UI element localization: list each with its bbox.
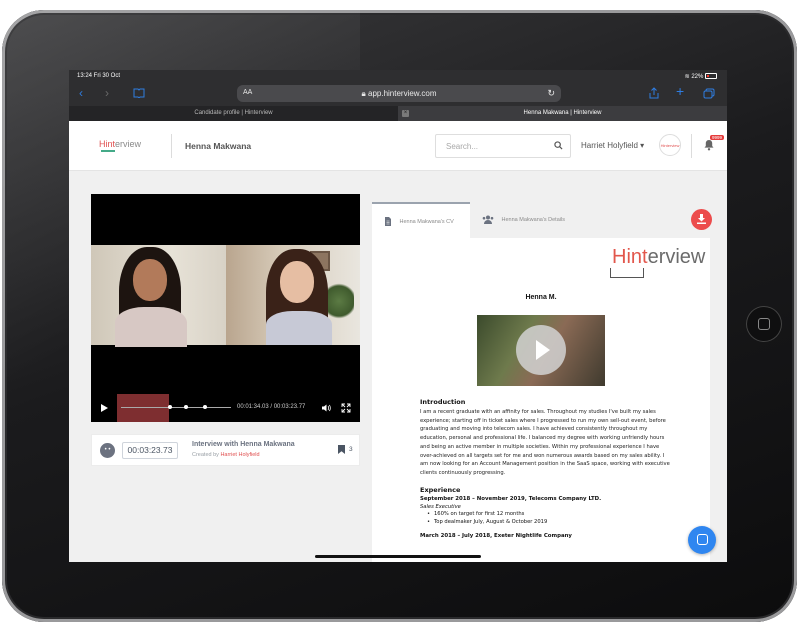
bookmarks-icon[interactable] [133, 88, 145, 101]
browser-tab-candidate-profile[interactable]: Candidate profile | Hinterview [69, 106, 398, 121]
fullscreen-icon[interactable] [341, 403, 351, 413]
chat-icon [697, 534, 708, 545]
status-bar: 13:24 Fri 30 Oct ≋ 22% [69, 70, 727, 82]
download-button[interactable] [691, 209, 712, 230]
search-icon[interactable] [554, 141, 563, 150]
marker-dot[interactable] [203, 405, 207, 409]
share-icon[interactable] [649, 87, 659, 101]
bookmark-icon[interactable] [338, 445, 345, 454]
battery-icon [705, 73, 717, 80]
browser-toolbar: ‹ › AA 🔒︎ app.hinterview.com ↻ + [69, 82, 727, 106]
highlight-segment[interactable] [117, 394, 169, 422]
home-indicator [315, 555, 481, 558]
tab-details[interactable]: Henna Makwana's Details [470, 202, 590, 238]
divider [171, 134, 172, 158]
created-by-name[interactable]: Harriet Holyfield [220, 452, 259, 458]
cv-body: Introduction I am a recent graduate with… [420, 398, 670, 539]
play-circle-icon[interactable] [516, 325, 566, 375]
logo-hint-text: Hint [99, 139, 116, 149]
cv-candidate-name: Henna M. [525, 294, 557, 301]
video-frame [91, 245, 360, 347]
tabs-overview-icon[interactable] [703, 88, 715, 101]
play-icon[interactable] [101, 404, 108, 412]
url-value: app.hinterview.com [368, 89, 437, 98]
user-name: Harriet Holyfield [581, 141, 638, 150]
hinterview-logo[interactable]: Hinterview [99, 139, 141, 152]
browser-tab-label: Candidate profile | Hinterview [194, 110, 273, 116]
bookmark-count: 3 [349, 446, 353, 453]
video-player[interactable]: 00:01:34.03 / 00:03:23.77 [91, 194, 360, 422]
search-box[interactable] [435, 134, 571, 158]
reload-icon[interactable]: ↻ [547, 88, 555, 99]
lock-icon: 🔒︎ [361, 89, 366, 98]
job-title: September 2018 – November 2019, Telecoms… [420, 495, 602, 502]
logo-rest-text: erview [115, 139, 142, 149]
new-tab-icon[interactable]: + [676, 84, 684, 98]
tab-cv[interactable]: Henna Makwana's CV [372, 202, 470, 238]
bell-icon[interactable] [703, 139, 715, 151]
created-by-prefix: Created by [192, 452, 219, 458]
candidate-name: Henna Makwana [185, 141, 252, 151]
caret-down-icon: ▾ [640, 141, 645, 150]
users-icon [482, 215, 494, 225]
browser-tab-strip: Candidate profile | Hinterview × Henna M… [69, 106, 727, 121]
back-icon[interactable]: ‹ [79, 87, 83, 99]
video-right-participant [226, 245, 360, 345]
video-left-participant [91, 245, 226, 347]
divider [691, 134, 692, 158]
list-item: 160% on target for first 12 months [420, 510, 670, 519]
avatar[interactable]: Hinterview [659, 134, 681, 156]
status-right: ≋ 22% [685, 73, 717, 80]
face-icon[interactable]: • • [100, 443, 115, 458]
list-item: Top dealmaker July, August & October 201… [420, 518, 670, 527]
url-text: 🔒︎ app.hinterview.com [237, 89, 561, 99]
document-icon [385, 217, 391, 227]
search-input[interactable] [436, 135, 546, 157]
avatar-text: Hinterview [660, 143, 680, 148]
notification-badge: 9999 [710, 135, 725, 140]
home-button[interactable] [746, 306, 782, 342]
address-bar[interactable]: AA 🔒︎ app.hinterview.com ↻ [237, 85, 561, 102]
chat-button[interactable] [688, 526, 716, 554]
tab-details-label: Henna Makwana's Details [501, 217, 565, 223]
cv-video-thumbnail[interactable] [477, 315, 605, 386]
tab-cv-label: Henna Makwana's CV [399, 219, 454, 225]
cv-hinterview-logo: Hinterview [610, 246, 706, 278]
download-icon [697, 214, 706, 224]
app-header: Hinterview Henna Makwana Harriet Holyfie… [69, 121, 727, 171]
video-controls: 00:01:34.03 / 00:03:23.77 [91, 394, 360, 422]
browser-tab-henna-makwana[interactable]: × Henna Makwana | Hinterview [398, 106, 727, 121]
wifi-icon: ≋ [684, 74, 690, 80]
intro-text: I am a recent graduate with an affinity … [420, 409, 670, 476]
forward-icon[interactable]: › [105, 87, 109, 99]
volume-icon[interactable] [321, 403, 331, 413]
video-timecode: 00:01:34.03 / 00:03:23.77 [237, 404, 306, 410]
video-progress-track[interactable] [121, 407, 231, 408]
cv-document: Hinterview Henna M. Introduction I am a … [372, 238, 710, 562]
battery-percent: 22% [691, 74, 704, 80]
marker-dot[interactable] [168, 405, 172, 409]
intro-heading: Introduction [420, 398, 466, 406]
job-title: March 2018 – July 2018, Exeter Nightlife… [420, 532, 572, 539]
close-tab-icon[interactable]: × [402, 110, 409, 117]
cv-logo-hint: Hint [612, 246, 648, 268]
marker-dot[interactable] [184, 405, 188, 409]
experience-heading: Experience [420, 485, 461, 494]
created-by: Created by Harriet Holyfield [192, 452, 260, 458]
video-info-bar: • • 00:03:23.73 Interview with Henna Mak… [91, 434, 360, 466]
cv-logo-rest: erview [647, 246, 706, 268]
interview-title: Interview with Henna Makwana [192, 441, 295, 448]
screen: 13:24 Fri 30 Oct ≋ 22% ‹ › AA 🔒︎ app.hin… [69, 70, 727, 562]
current-time-box[interactable]: 00:03:23.73 [122, 442, 178, 459]
status-time: 13:24 Fri 30 Oct [77, 73, 121, 79]
cv-tabs: Henna Makwana's CV Henna Makwana's Detai… [372, 202, 710, 238]
user-menu[interactable]: Harriet Holyfield ▾ [581, 141, 644, 150]
browser-tab-label: Henna Makwana | Hinterview [523, 110, 602, 116]
